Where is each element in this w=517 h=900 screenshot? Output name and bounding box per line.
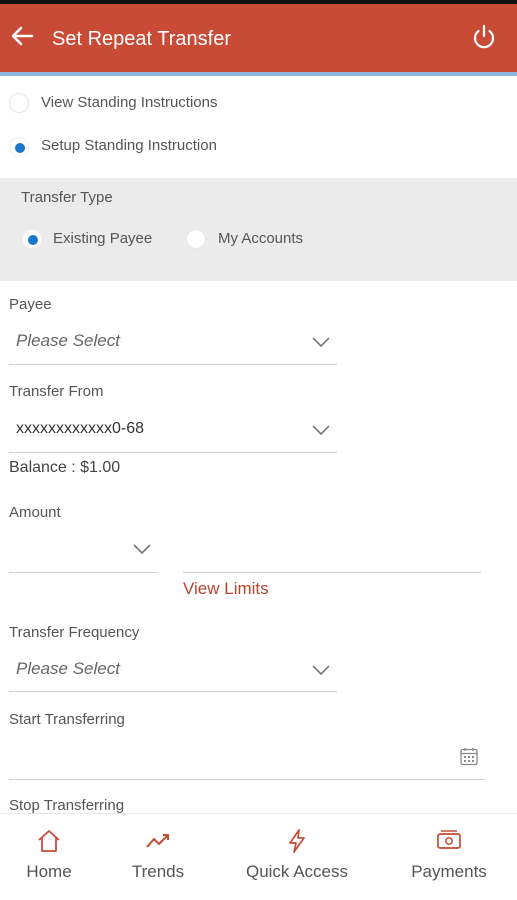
currency-select[interactable] xyxy=(16,540,126,562)
radio-my-accounts[interactable] xyxy=(186,229,206,249)
existing-payee-label[interactable]: Existing Payee xyxy=(53,230,152,247)
home-icon xyxy=(38,830,60,852)
nav-payments[interactable]: Payments xyxy=(398,814,500,900)
arrow-left-icon xyxy=(11,26,34,46)
nav-payments-label: Payments xyxy=(411,862,487,881)
stop-label: Stop Transferring xyxy=(9,797,125,814)
back-button[interactable] xyxy=(6,20,38,52)
transfer-from-label: Transfer From xyxy=(9,383,104,400)
transfer-type-panel: Transfer Type Existing Payee My Accounts xyxy=(0,178,517,281)
power-icon xyxy=(473,24,495,49)
calendar-icon[interactable] xyxy=(459,746,479,766)
chevron-down-icon[interactable] xyxy=(311,664,331,676)
header-accent-line xyxy=(0,72,517,76)
lightning-icon xyxy=(289,829,305,853)
currency-underline xyxy=(9,572,158,573)
nav-trends-label: Trends xyxy=(131,862,185,881)
option-view-standing-label[interactable]: View Standing Instructions xyxy=(41,94,218,111)
radio-existing-payee[interactable] xyxy=(22,229,42,249)
radio-view-standing[interactable] xyxy=(9,93,29,113)
frequency-underline xyxy=(9,691,337,692)
payments-icon xyxy=(437,830,461,849)
start-underline xyxy=(9,779,485,780)
payee-label: Payee xyxy=(9,296,52,313)
nav-home[interactable]: Home xyxy=(0,814,98,900)
chevron-down-icon[interactable] xyxy=(311,336,331,348)
nav-trends[interactable]: Trends xyxy=(112,814,204,900)
frequency-label: Transfer Frequency xyxy=(9,624,140,641)
payee-underline xyxy=(9,364,337,365)
balance-text: Balance : $1.00 xyxy=(9,459,121,476)
app-header: Set Repeat Transfer xyxy=(0,4,517,72)
nav-quick-access-label: Quick Access xyxy=(245,862,349,881)
logout-button[interactable] xyxy=(468,21,500,53)
radio-setup-standing[interactable] xyxy=(9,137,29,157)
amount-underline xyxy=(183,572,481,573)
frequency-select[interactable]: Please Select xyxy=(16,659,120,679)
nav-home-label: Home xyxy=(26,862,72,881)
amount-label: Amount xyxy=(9,504,61,521)
page-title: Set Repeat Transfer xyxy=(52,28,231,50)
option-setup-standing-label[interactable]: Setup Standing Instruction xyxy=(41,137,217,154)
chevron-down-icon[interactable] xyxy=(311,424,331,436)
transfer-type-title: Transfer Type xyxy=(21,189,113,206)
start-date-input[interactable] xyxy=(16,747,446,769)
trends-icon xyxy=(146,834,169,848)
transfer-from-select[interactable]: xxxxxxxxxxxx0-68 xyxy=(16,420,144,438)
view-limits-link[interactable]: View Limits xyxy=(183,579,269,599)
nav-quick-access[interactable]: Quick Access xyxy=(226,814,368,900)
transfer-from-underline xyxy=(9,452,337,453)
start-label: Start Transferring xyxy=(9,711,125,728)
my-accounts-label[interactable]: My Accounts xyxy=(218,230,303,247)
bottom-nav: Home Trends Quick Access Payments xyxy=(0,813,517,900)
payee-select[interactable]: Please Select xyxy=(16,331,120,351)
amount-input[interactable] xyxy=(186,540,476,562)
chevron-down-icon[interactable] xyxy=(132,543,152,555)
